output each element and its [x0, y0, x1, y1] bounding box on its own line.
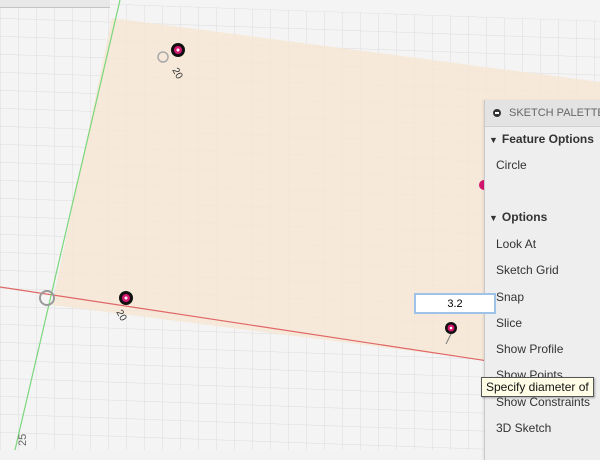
option-show-profile[interactable]: Show Profile — [496, 342, 563, 356]
option-look-at[interactable]: Look At — [496, 237, 536, 251]
option-show-constraints[interactable]: Show Constraints — [496, 395, 590, 409]
option-sketch-grid[interactable]: Sketch Grid — [496, 263, 559, 277]
palette-header[interactable]: SKETCH PALETTE — [485, 100, 600, 127]
top-toolbar-fragment — [0, 0, 110, 8]
option-3d-sketch[interactable]: 3D Sketch — [496, 421, 551, 435]
circle-marker-2 — [119, 291, 133, 305]
tooltip: Specify diameter of — [481, 377, 594, 397]
section-options[interactable]: ▼ Options — [485, 210, 547, 224]
sketch-palette: SKETCH PALETTE ▼ Feature Options Circle ▼… — [484, 100, 600, 460]
option-snap[interactable]: Snap — [496, 290, 524, 304]
palette-title: SKETCH PALETTE — [509, 107, 600, 119]
triangle-down-icon: ▼ — [489, 135, 498, 145]
section-feature-options[interactable]: ▼ Feature Options — [485, 132, 594, 146]
option-circle[interactable]: Circle — [496, 158, 527, 172]
diameter-input[interactable] — [414, 293, 496, 314]
collapse-icon[interactable] — [493, 109, 501, 117]
option-slice[interactable]: Slice — [496, 316, 522, 330]
triangle-down-icon: ▼ — [489, 213, 498, 223]
ruler-label: 25 — [17, 434, 29, 446]
sketch-canvas[interactable]: 20 20 25 SKETCH PALETTE ▼ Feature Options… — [0, 0, 600, 460]
